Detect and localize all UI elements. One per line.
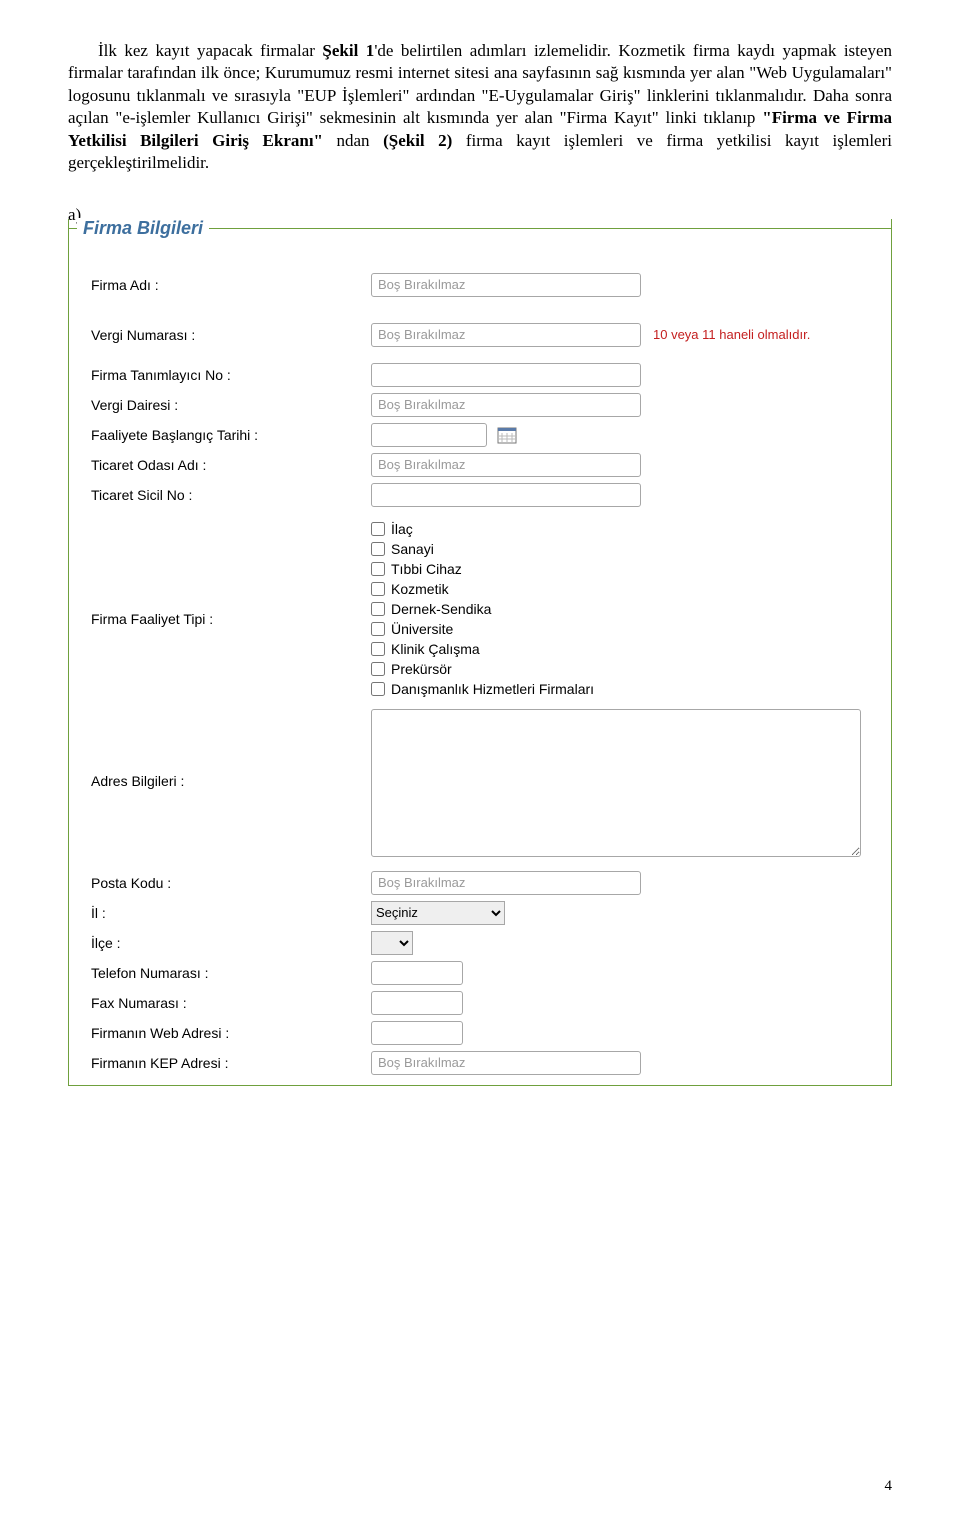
- kep-input[interactable]: [371, 1051, 641, 1075]
- checkbox-label: Kozmetik: [391, 581, 449, 597]
- faaliyet-tipi-item[interactable]: Danışmanlık Hizmetleri Firmaları: [371, 681, 594, 697]
- checkbox[interactable]: [371, 542, 385, 556]
- checkbox[interactable]: [371, 582, 385, 596]
- label-firma-tanim-no: Firma Tanımlayıcı No :: [91, 367, 371, 383]
- checkbox-label: Klinik Çalışma: [391, 641, 480, 657]
- label-fax: Fax Numarası :: [91, 995, 371, 1011]
- checkbox-label: Dernek-Sendika: [391, 601, 491, 617]
- checkbox[interactable]: [371, 622, 385, 636]
- calendar-icon[interactable]: [497, 426, 517, 444]
- faaliyet-tipi-item[interactable]: Prekürsör: [371, 661, 594, 677]
- faaliyet-tipi-item[interactable]: Dernek-Sendika: [371, 601, 594, 617]
- web-input[interactable]: [371, 1021, 463, 1045]
- checkbox-label: Danışmanlık Hizmetleri Firmaları: [391, 681, 594, 697]
- firma-tanim-no-input[interactable]: [371, 363, 641, 387]
- label-telefon: Telefon Numarası :: [91, 965, 371, 981]
- ilce-select[interactable]: [371, 931, 413, 955]
- checkbox-label: Sanayi: [391, 541, 434, 557]
- label-vergi-dairesi: Vergi Dairesi :: [91, 397, 371, 413]
- label-posta-kodu: Posta Kodu :: [91, 875, 371, 891]
- label-firma-adi: Firma Adı :: [91, 277, 371, 293]
- label-faaliyet-tarih: Faaliyete Başlangıç Tarihi :: [91, 427, 371, 443]
- checkbox-label: Tıbbi Cihaz: [391, 561, 462, 577]
- text-bold-sekil1: Şekil 1: [322, 41, 374, 60]
- adres-textarea[interactable]: [371, 709, 861, 857]
- vergi-dairesi-input[interactable]: [371, 393, 641, 417]
- il-select[interactable]: Seçiniz: [371, 901, 505, 925]
- label-kep: Firmanın KEP Adresi :: [91, 1055, 371, 1071]
- faaliyet-tipi-item[interactable]: Kozmetik: [371, 581, 594, 597]
- text-bold-sekil2: (Şekil 2): [383, 131, 452, 150]
- firma-bilgileri-fieldset: Firma Bilgileri Firma Adı : Vergi Numara…: [68, 219, 892, 1086]
- fax-input[interactable]: [371, 991, 463, 1015]
- faaliyet-tipi-item[interactable]: Klinik Çalışma: [371, 641, 594, 657]
- instruction-paragraph: İlk kez kayıt yapacak firmalar Şekil 1'd…: [68, 40, 892, 175]
- label-adres: Adres Bilgileri :: [91, 709, 371, 789]
- label-ticaret-odasi: Ticaret Odası Adı :: [91, 457, 371, 473]
- label-ilce: İlçe :: [91, 935, 371, 951]
- faaliyet-tipi-item[interactable]: İlaç: [371, 521, 594, 537]
- checkbox-label: İlaç: [391, 521, 413, 537]
- vergi-no-input[interactable]: [371, 323, 641, 347]
- text-seg: ndan: [323, 131, 383, 150]
- checkbox[interactable]: [371, 562, 385, 576]
- label-ticaret-sicil: Ticaret Sicil No :: [91, 487, 371, 503]
- checkbox[interactable]: [371, 642, 385, 656]
- legend-line: [209, 228, 891, 230]
- checkbox[interactable]: [371, 602, 385, 616]
- label-web: Firmanın Web Adresi :: [91, 1025, 371, 1041]
- posta-kodu-input[interactable]: [371, 871, 641, 895]
- faaliyet-tipi-item[interactable]: Üniversite: [371, 621, 594, 637]
- vergi-no-hint: 10 veya 11 haneli olmalıdır.: [653, 327, 810, 342]
- checkbox-label: Prekürsör: [391, 661, 452, 677]
- label-faaliyet-tipi: Firma Faaliyet Tipi :: [91, 521, 371, 627]
- label-vergi-no: Vergi Numarası :: [91, 327, 371, 343]
- checkbox[interactable]: [371, 682, 385, 696]
- faaliyet-tipi-item[interactable]: Tıbbi Cihaz: [371, 561, 594, 577]
- faaliyet-tarih-input[interactable]: [371, 423, 487, 447]
- page-number: 4: [885, 1478, 893, 1495]
- fieldset-legend: Firma Bilgileri: [77, 218, 209, 239]
- telefon-input[interactable]: [371, 961, 463, 985]
- checkbox-label: Üniversite: [391, 621, 453, 637]
- label-il: İl :: [91, 905, 371, 921]
- ticaret-odasi-input[interactable]: [371, 453, 641, 477]
- checkbox[interactable]: [371, 662, 385, 676]
- legend-line: [69, 228, 77, 230]
- checkbox[interactable]: [371, 522, 385, 536]
- firma-adi-input[interactable]: [371, 273, 641, 297]
- faaliyet-tipi-item[interactable]: Sanayi: [371, 541, 594, 557]
- faaliyet-tipi-list: İlaç Sanayi Tıbbi Cihaz Kozmetik Dernek-…: [371, 521, 594, 697]
- text-seg: İlk kez kayıt yapacak firmalar: [98, 41, 322, 60]
- ticaret-sicil-input[interactable]: [371, 483, 641, 507]
